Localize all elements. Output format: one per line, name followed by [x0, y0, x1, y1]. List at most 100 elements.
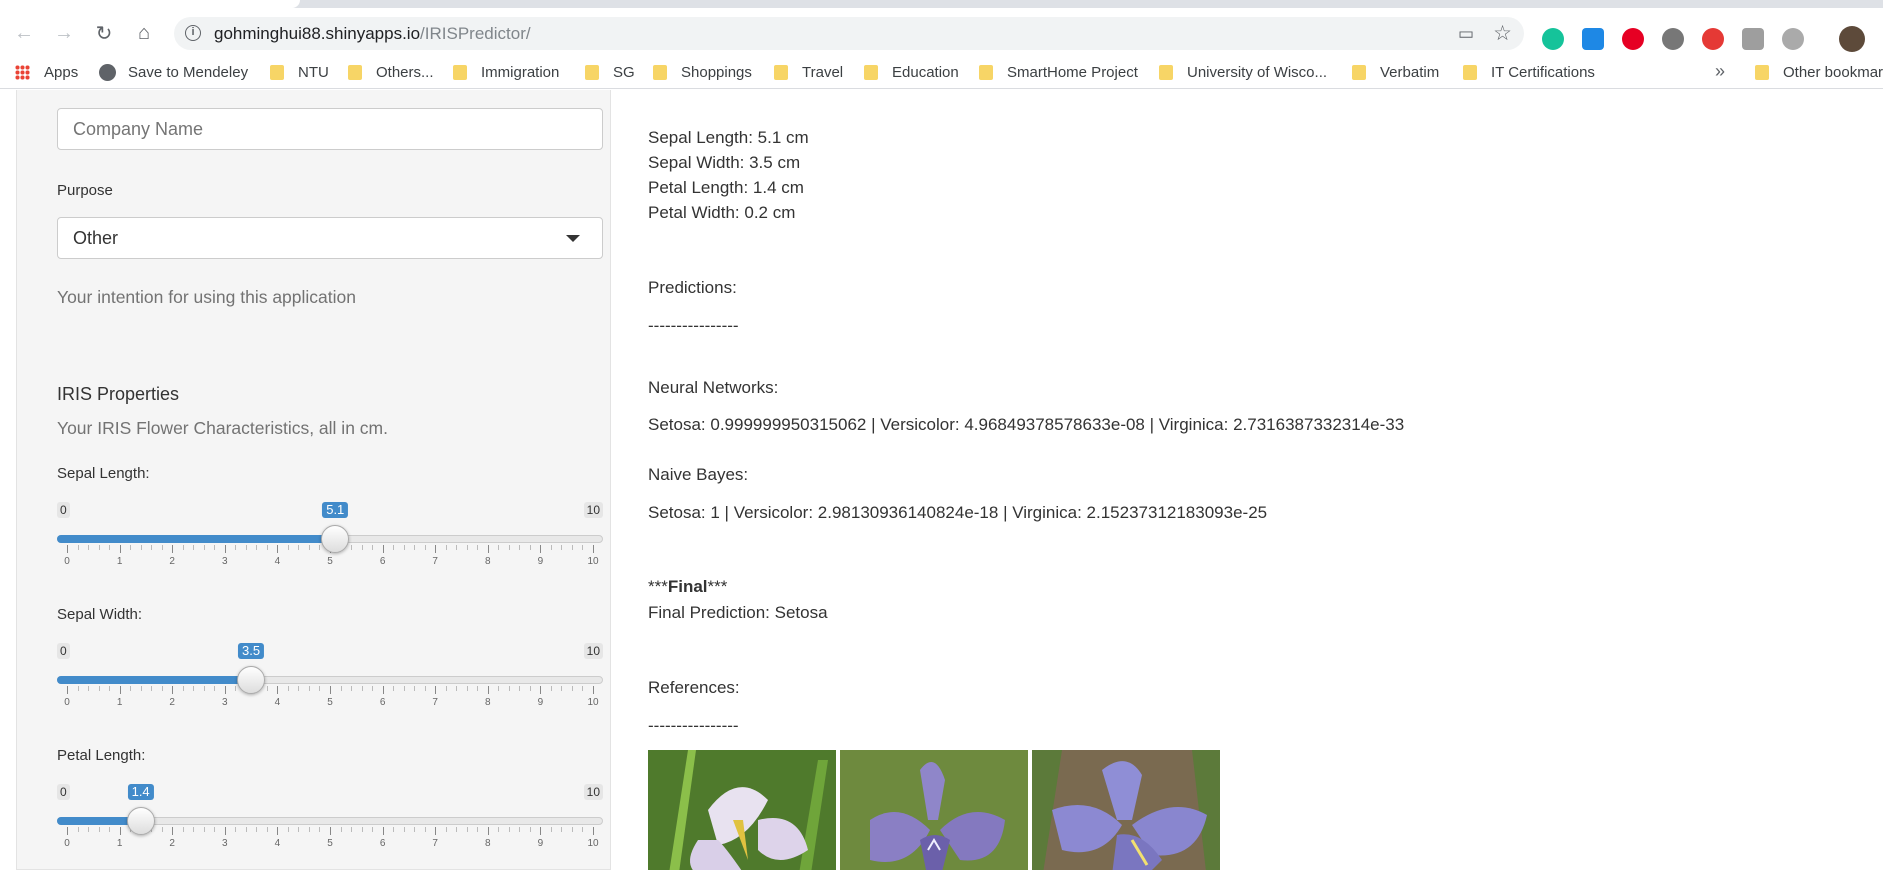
- slider-tick: [361, 686, 363, 691]
- bookmark-label: Save to Mendeley: [128, 64, 249, 81]
- url-text[interactable]: gohminghui88.shinyapps.io/IRISPredictor/: [214, 24, 531, 44]
- star-icon[interactable]: ☆: [1493, 21, 1512, 46]
- bookmarks-overflow-icon[interactable]: »: [1715, 61, 1725, 82]
- info-icon[interactable]: i: [185, 25, 201, 41]
- slider-tick: [98, 545, 100, 550]
- sepal-length-slider[interactable]: 0 10 5.1 0 1 2 3 4 5 6 7 8 9 10: [57, 502, 603, 582]
- bookmark-label: Shoppings: [681, 64, 752, 81]
- slider-tick: [529, 686, 531, 691]
- slider-tick: [403, 545, 405, 550]
- divider: ----------------: [648, 316, 739, 335]
- slider-tick: [382, 686, 384, 694]
- slider-tick: [67, 827, 68, 835]
- slider-tick: [298, 827, 300, 832]
- bookmark-ntu[interactable]: NTU: [270, 64, 329, 81]
- slider-handle[interactable]: [126, 807, 155, 835]
- bookmark-smarthome[interactable]: SmartHome Project: [979, 64, 1138, 81]
- slider-tick: [351, 545, 353, 550]
- gear-icon[interactable]: [1782, 28, 1804, 50]
- home-icon[interactable]: ⌂: [131, 20, 157, 46]
- slider-tick: [319, 827, 321, 832]
- slider-tick: [540, 686, 542, 694]
- slider-tick-label: 0: [64, 697, 70, 708]
- bookmark-label: SmartHome Project: [1007, 64, 1138, 81]
- slider-min: 0: [57, 502, 70, 518]
- slider-handle[interactable]: [321, 525, 350, 553]
- slider-tick: [330, 827, 331, 835]
- address-bar[interactable]: i gohminghui88.shinyapps.io/IRISPredicto…: [174, 17, 1524, 50]
- bookmark-shoppings[interactable]: Shoppings: [653, 64, 752, 81]
- other-bookmarks[interactable]: Other bookmar: [1755, 64, 1883, 81]
- bookmark-it-cert[interactable]: IT Certifications: [1463, 64, 1595, 81]
- sepal-width-slider[interactable]: 0 10 3.5 0 1 2 3 4 5 6 7 8 9 10: [57, 643, 603, 723]
- slider-min: 0: [57, 784, 70, 800]
- slider-tick: [372, 545, 374, 550]
- slider-fill: [57, 535, 336, 543]
- slider-tick-label: 6: [379, 838, 386, 849]
- cast-icon[interactable]: ▭: [1458, 24, 1474, 44]
- bookmark-mendeley[interactable]: Save to Mendeley: [99, 64, 248, 81]
- company-name-input[interactable]: [57, 108, 603, 150]
- slider-tick: [382, 827, 384, 835]
- slider-tick: [456, 827, 458, 832]
- bookmark-education[interactable]: Education: [864, 64, 959, 81]
- bookmark-verbatim[interactable]: Verbatim: [1352, 64, 1439, 81]
- extension-icon[interactable]: [1582, 28, 1604, 50]
- references-heading: References:: [648, 678, 740, 697]
- slider-tick: [88, 686, 90, 691]
- forward-icon[interactable]: →: [51, 20, 77, 46]
- final-prefix: ***: [648, 577, 668, 596]
- camera-icon[interactable]: [1742, 28, 1764, 50]
- sepal-length-output: Sepal Length: 5.1 cm: [648, 128, 809, 147]
- slider-tick: [529, 545, 531, 550]
- folder-icon: [653, 65, 667, 80]
- slider-tick: [109, 827, 111, 832]
- slider-tick: [119, 827, 121, 835]
- globe-icon: [99, 64, 116, 81]
- slider-tick: [561, 686, 563, 691]
- slider-tick: [330, 686, 331, 694]
- slider-tick: [224, 545, 226, 553]
- main-panel: Sepal Length: 5.1 cm Sepal Width: 3.5 cm…: [612, 90, 1883, 870]
- folder-icon: [585, 65, 599, 80]
- slider-tick: [235, 545, 237, 550]
- slider-tick-label: 3: [222, 556, 228, 567]
- bookmark-immigration[interactable]: Immigration: [453, 64, 559, 81]
- slider-tick: [340, 686, 342, 691]
- slider-tick: [561, 827, 563, 832]
- bookmark-travel[interactable]: Travel: [774, 64, 843, 81]
- slider-max: 10: [583, 502, 603, 518]
- purpose-select[interactable]: Other: [57, 217, 603, 259]
- slider-label: Petal Length:: [57, 747, 146, 764]
- browser-toolbar: ← → ↻ ⌂ i gohminghui88.shinyapps.io/IRIS…: [0, 8, 1883, 56]
- slider-tick: [235, 827, 237, 832]
- extension-icon[interactable]: [1662, 28, 1684, 50]
- slider-tick: [361, 545, 363, 550]
- slider-tick: [109, 686, 111, 691]
- nb-result: Setosa: 1 | Versicolor: 2.98130936140824…: [648, 503, 1268, 522]
- slider-tick: [508, 686, 510, 691]
- avatar[interactable]: [1839, 26, 1865, 52]
- slider-tick: [182, 545, 184, 550]
- bookmark-sg[interactable]: SG: [585, 64, 635, 81]
- bookmark-university[interactable]: University of Wisco...: [1159, 64, 1327, 81]
- iris-virginica-image: [1032, 750, 1220, 870]
- folder-icon: [1755, 65, 1769, 80]
- slider-tick-label: 8: [485, 556, 491, 567]
- folder-icon: [348, 65, 362, 80]
- bookmark-others[interactable]: Others...: [348, 64, 434, 81]
- bookmark-label: Apps: [44, 64, 79, 81]
- slider-handle[interactable]: [237, 666, 266, 694]
- back-icon[interactable]: ←: [11, 20, 37, 46]
- reload-icon[interactable]: ↻: [91, 20, 117, 46]
- adblock-icon[interactable]: [1702, 28, 1724, 50]
- slider-tick: [224, 686, 226, 694]
- pinterest-icon[interactable]: [1622, 28, 1644, 50]
- petal-length-slider[interactable]: 0 10 1.4 0 1 2 3 4 5 6 7 8 9 10: [57, 784, 603, 864]
- grammarly-icon[interactable]: [1542, 28, 1564, 50]
- slider-tick: [298, 686, 300, 691]
- active-tab[interactable]: [0, 0, 300, 8]
- slider-tick: [477, 545, 479, 550]
- slider-tick: [508, 545, 510, 550]
- bookmark-apps[interactable]: Apps: [15, 64, 78, 81]
